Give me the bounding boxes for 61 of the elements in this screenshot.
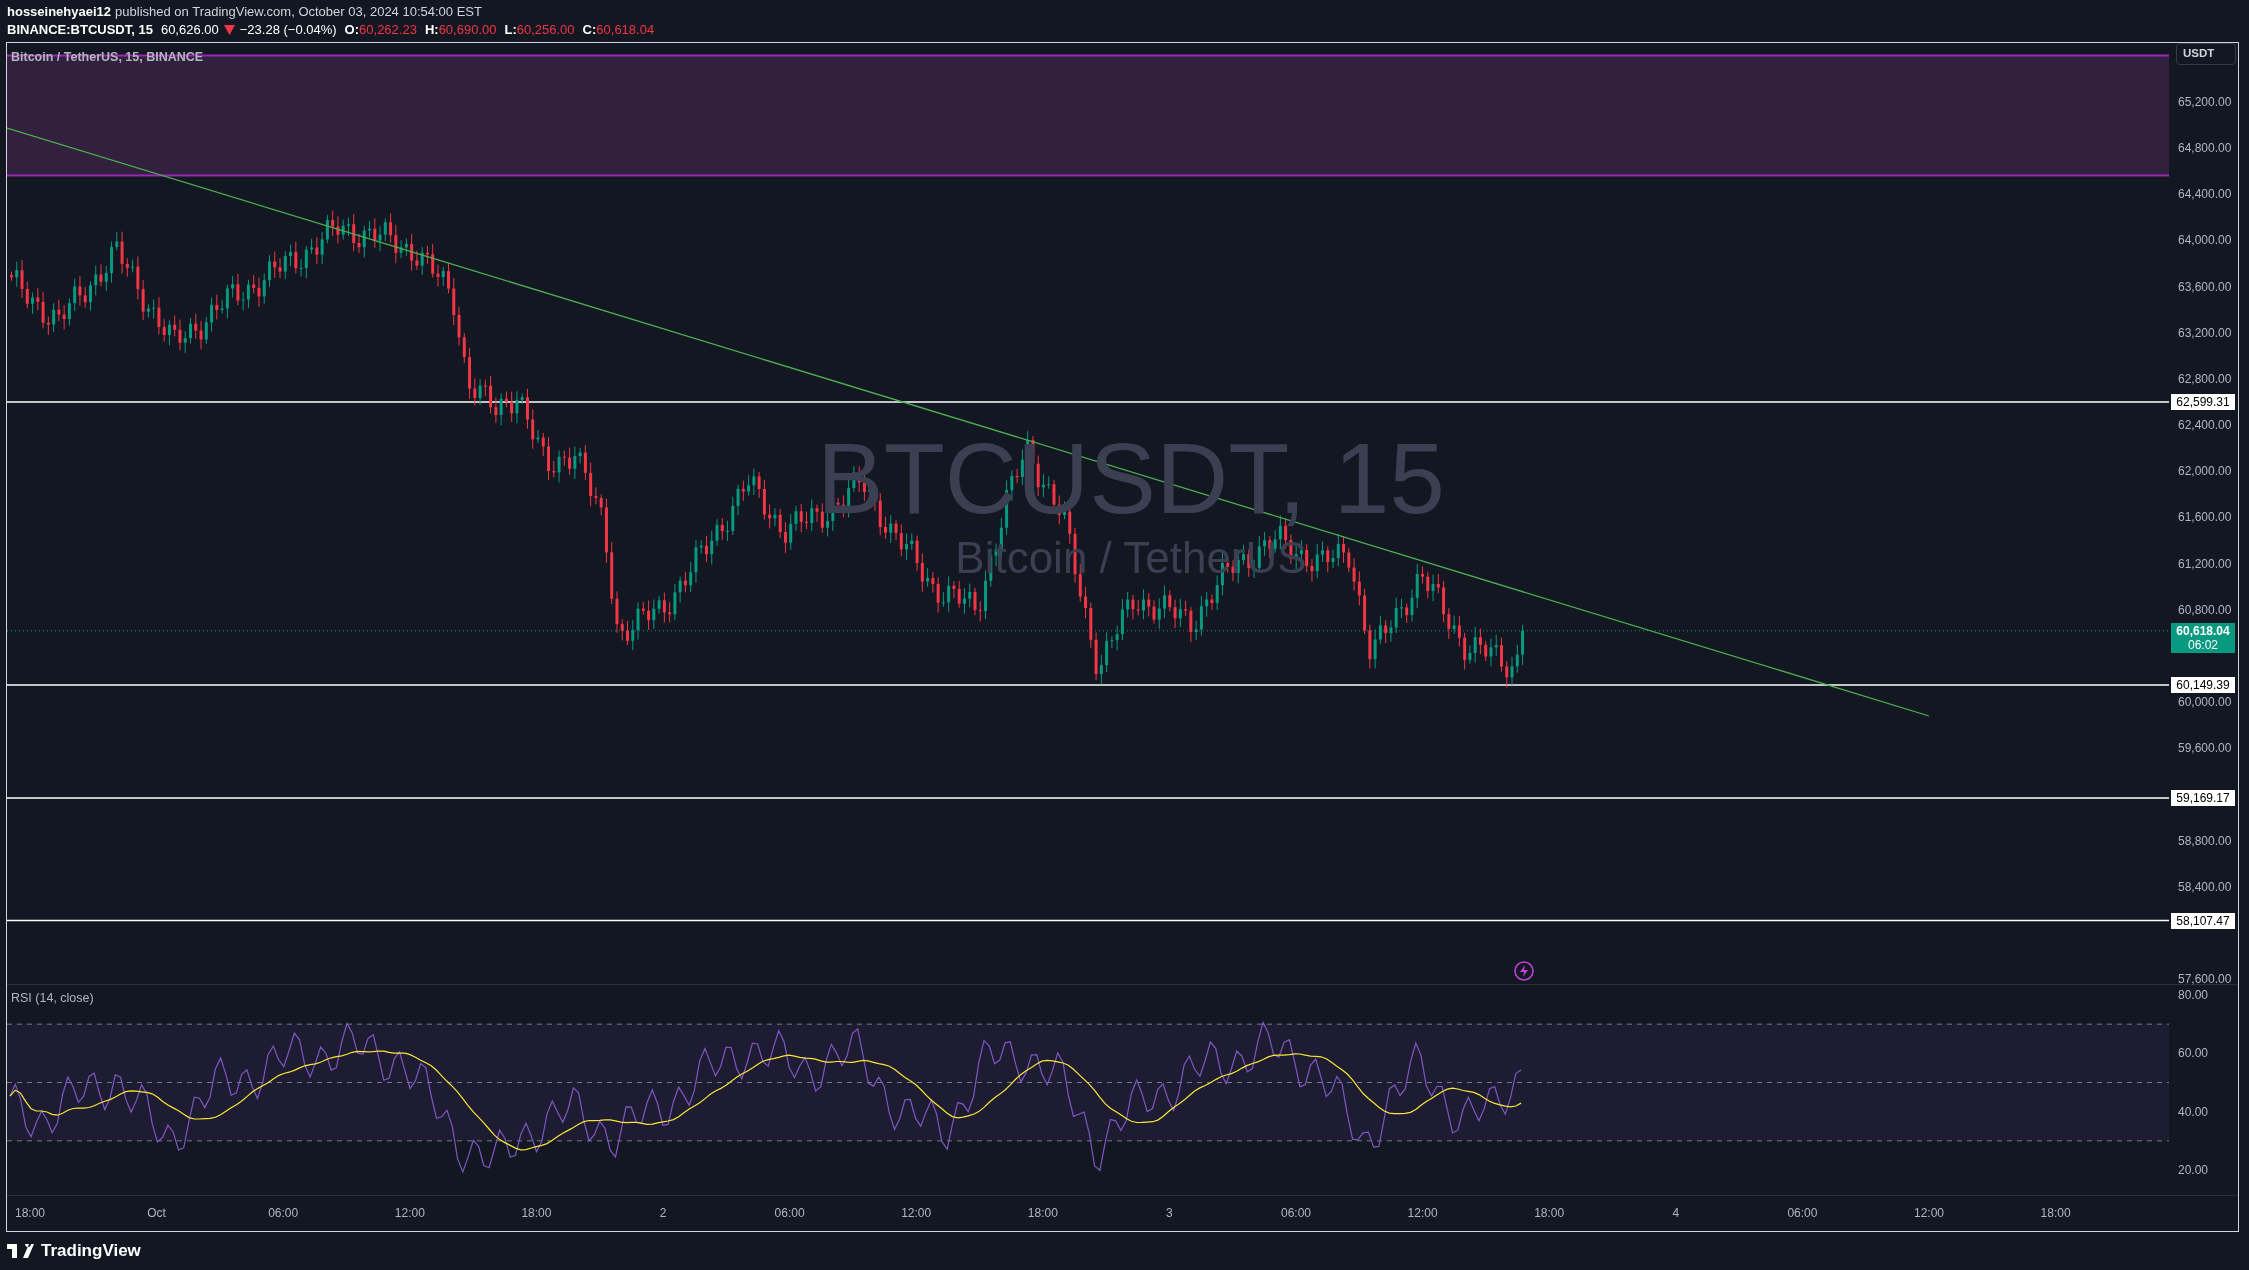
- lightning-icon[interactable]: [1513, 960, 1535, 982]
- price-tick: 63,600.00: [2178, 279, 2232, 294]
- price-tick: 60,800.00: [2178, 602, 2232, 617]
- symbol-label: BINANCE:BTCUSDT, 15: [7, 21, 153, 39]
- price-tick: 64,400.00: [2178, 187, 2232, 202]
- publish-info: published on TradingView.com, October 03, 2024 10:54:00 EST: [115, 3, 482, 21]
- brand-name: TradingView: [41, 1240, 141, 1263]
- rsi-legend: RSI (14, close): [11, 989, 94, 1008]
- time-tick: 06:00: [1281, 1206, 1311, 1220]
- time-tick: 12:00: [901, 1206, 932, 1220]
- time-tick: 06:00: [268, 1206, 299, 1220]
- level-price-label: 58,107.47: [2171, 912, 2235, 929]
- price-change: −23.28 (−0.04%): [239, 21, 337, 39]
- time-tick: 06:00: [1787, 1206, 1818, 1220]
- price-tick: 61,200.00: [2178, 556, 2232, 571]
- time-tick: 12:00: [1914, 1206, 1944, 1220]
- ohlc-value: 60,618.04: [596, 21, 655, 39]
- time-tick: 12:00: [394, 1206, 425, 1220]
- ohlc-label: L:: [504, 21, 517, 39]
- price-tick: 64,000.00: [2178, 233, 2232, 248]
- ohlc-value: 60,256.00: [516, 21, 575, 39]
- time-tick: 06:00: [774, 1206, 805, 1220]
- rsi-tick: 40.00: [2178, 1104, 2209, 1119]
- ohlc-label: C:: [582, 21, 597, 39]
- level-price-label: 59,169.17: [2171, 790, 2235, 806]
- last-price: 60,626.00: [160, 21, 219, 39]
- price-tick: 58,400.00: [2178, 879, 2232, 894]
- time-tick: 18:00: [15, 1206, 45, 1220]
- price-tick: 62,800.00: [2178, 371, 2232, 386]
- ohlc-value: 60,690.00: [438, 21, 497, 39]
- price-tick: 61,600.00: [2178, 510, 2232, 525]
- time-tick: 3: [1166, 1206, 1173, 1220]
- time-tick: 18:00: [1534, 1206, 1565, 1220]
- ohlc-label: O:: [344, 21, 360, 39]
- price-tick: 60,000.00: [2178, 695, 2232, 710]
- currency-button[interactable]: USDT: [2176, 43, 2236, 65]
- rsi-tick: 60.00: [2178, 1046, 2209, 1061]
- price-tick: 63,200.00: [2178, 325, 2232, 340]
- time-tick: 4: [1672, 1206, 1680, 1220]
- rsi-tick: 20.00: [2178, 1163, 2209, 1177]
- time-tick: 12:00: [1407, 1206, 1438, 1220]
- time-tick: 2: [659, 1206, 667, 1220]
- time-tick: 18:00: [1027, 1206, 1058, 1220]
- level-price-label: 62,599.31: [2171, 394, 2235, 410]
- price-tick: 64,800.00: [2178, 141, 2232, 156]
- price-tick: 58,800.00: [2178, 833, 2232, 848]
- price-tick: 57,600.00: [2178, 972, 2232, 987]
- price-tick: 65,200.00: [2178, 95, 2232, 109]
- logo-icon: [7, 1244, 35, 1258]
- ohlc-label: H:: [424, 21, 439, 39]
- time-tick: 18:00: [521, 1206, 552, 1220]
- price-tick: 62,000.00: [2178, 464, 2232, 479]
- price-tick: 62,400.00: [2178, 418, 2232, 433]
- level-price-label: 60,149.39: [2171, 677, 2235, 693]
- time-tick: Oct: [147, 1206, 166, 1220]
- current-price-label: 60,618.04 06:02: [2171, 622, 2235, 653]
- rsi-tick: 80.00: [2178, 988, 2209, 1002]
- author-name: hosseinehyaei12: [7, 3, 112, 21]
- ohlc-value: 60,262.23: [359, 21, 417, 39]
- time-tick: 18:00: [2040, 1206, 2071, 1220]
- price-tick: 59,600.00: [2178, 741, 2232, 756]
